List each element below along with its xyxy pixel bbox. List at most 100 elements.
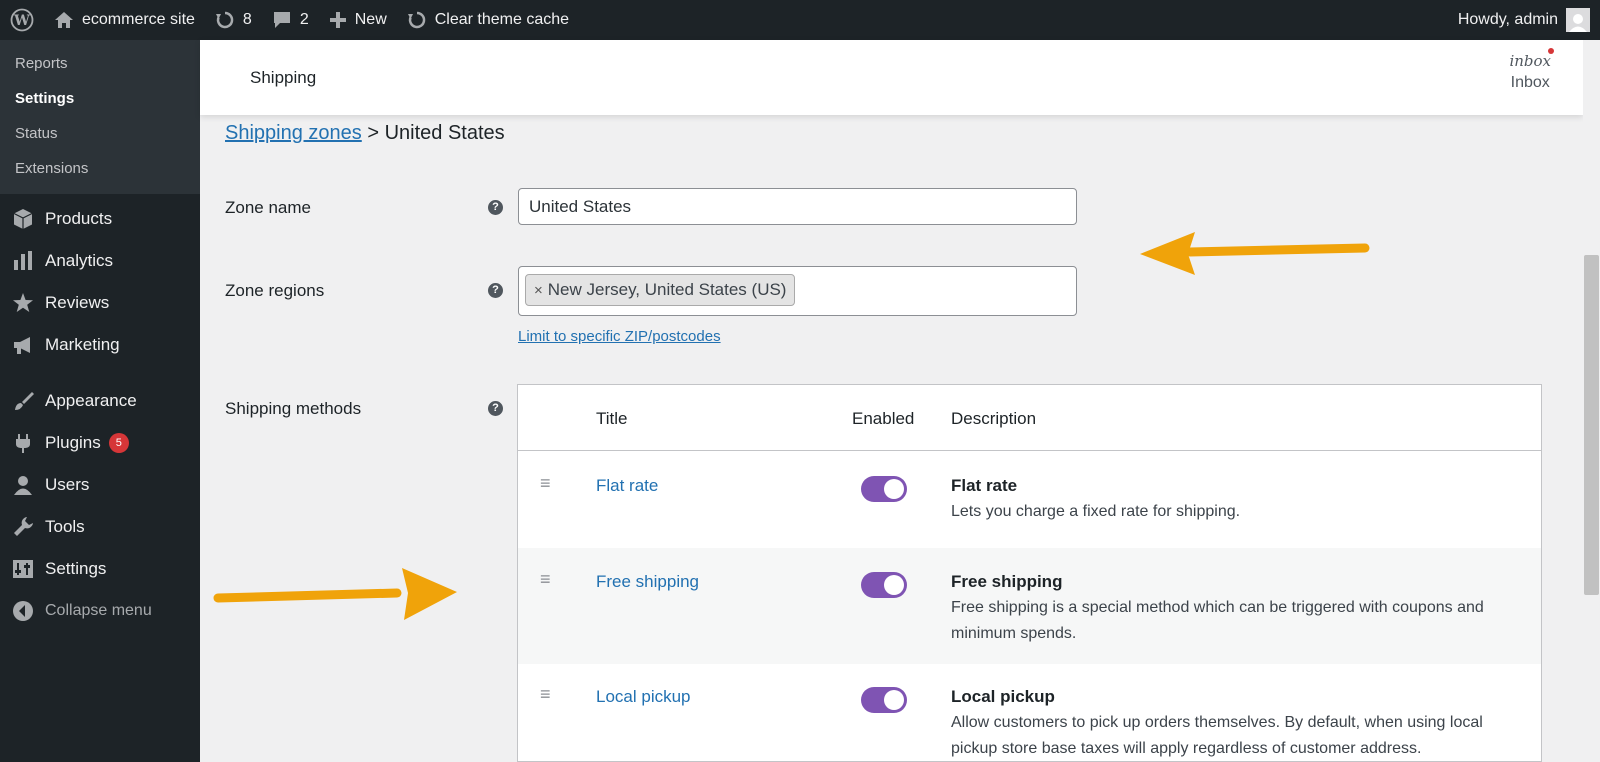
breadcrumb-shipping-zones-link[interactable]: Shipping zones (225, 122, 362, 144)
new-content-link[interactable]: New (319, 0, 397, 40)
zone-name-help-icon[interactable]: ? (488, 200, 503, 215)
woocommerce-header: Shipping inbox Inbox (200, 40, 1583, 115)
user-icon (11, 473, 35, 497)
admin-bar: W ecommerce site 8 2 New Clear theme cac… (0, 0, 1600, 40)
breadcrumb-separator: > (367, 122, 380, 144)
menu-item-marketing[interactable]: Marketing (0, 324, 200, 366)
menu-item-analytics[interactable]: Analytics (0, 240, 200, 282)
enabled-toggle[interactable] (861, 572, 907, 598)
plugins-update-badge: 5 (108, 433, 129, 453)
clear-cache-label: Clear theme cache (434, 11, 570, 28)
zone-regions-select[interactable]: × New Jersey, United States (US) (518, 266, 1077, 316)
shipping-methods-help-icon[interactable]: ? (488, 401, 503, 416)
menu-item-plugins[interactable]: Plugins 5 (0, 422, 200, 464)
region-chip-label: New Jersey, United States (US) (547, 280, 787, 299)
region-chip: × New Jersey, United States (US) (525, 274, 796, 306)
collapse-arrow-icon (11, 599, 35, 623)
main-menu: Products Analytics Reviews Marketing App… (0, 194, 200, 632)
submenu-item-status[interactable]: Status (0, 116, 200, 151)
menu-item-settings[interactable]: Settings (0, 548, 200, 590)
table-row: ≡ Local pickup Local pickup Allow custom… (518, 664, 1541, 761)
enabled-toggle[interactable] (861, 687, 907, 713)
comments-count: 2 (299, 11, 309, 28)
table-row: ≡ Free shipping Free shipping Free shipp… (518, 548, 1541, 664)
box-icon (11, 207, 35, 231)
plus-icon (329, 11, 347, 29)
inbox-button[interactable]: inbox Inbox (1509, 48, 1554, 92)
method-title-link[interactable]: Free shipping (596, 572, 699, 592)
refresh-icon (407, 10, 427, 30)
zone-name-input[interactable]: United States (518, 188, 1077, 225)
submenu-item-reports[interactable]: Reports (0, 46, 200, 81)
scrollbar-thumb[interactable] (1584, 255, 1599, 595)
new-label: New (354, 11, 387, 28)
submenu-item-extensions[interactable]: Extensions (0, 151, 200, 186)
drag-handle-icon[interactable]: ≡ (540, 569, 551, 590)
inbox-label: Inbox (1510, 74, 1550, 91)
submenu-item-settings[interactable]: Settings (0, 81, 200, 116)
remove-region-icon[interactable]: × (534, 282, 543, 299)
toggle-knob (884, 690, 904, 710)
menu-label-marketing: Marketing (45, 335, 120, 354)
table-header: Title Enabled Description (518, 385, 1541, 451)
clear-theme-cache-link[interactable]: Clear theme cache (397, 0, 579, 40)
shipping-methods-table: Title Enabled Description ≡ Flat rate Fl… (517, 384, 1542, 762)
shipping-methods-label: Shipping methods (225, 399, 362, 418)
comment-icon (272, 11, 292, 29)
table-row: ≡ Flat rate Flat rate Lets you charge a … (518, 451, 1541, 548)
annotation-arrow-left (1140, 232, 1370, 275)
method-description-title: Local pickup (951, 687, 1055, 706)
column-description: Description (951, 409, 1037, 428)
method-description: Lets you charge a fixed rate for shippin… (951, 503, 1241, 520)
menu-item-appearance[interactable]: Appearance (0, 380, 200, 422)
star-icon (11, 291, 35, 315)
zone-regions-help-icon[interactable]: ? (488, 283, 503, 298)
plug-icon (11, 431, 35, 455)
method-description: Allow customers to pick up orders themse… (951, 714, 1483, 757)
svg-text:W: W (13, 13, 30, 29)
menu-label-products: Products (45, 209, 113, 228)
zone-regions-label: Zone regions (225, 281, 325, 300)
updates-icon (215, 10, 235, 30)
method-title-link[interactable]: Flat rate (596, 476, 658, 496)
inbox-icon: inbox (1509, 48, 1554, 70)
settings-icon (11, 557, 35, 581)
site-name: ecommerce site (82, 11, 195, 28)
column-title: Title (596, 409, 628, 428)
method-description: Free shipping is a special method which … (951, 599, 1484, 642)
menu-item-products[interactable]: Products (0, 198, 200, 240)
toggle-knob (884, 575, 904, 595)
collapse-menu-button[interactable]: Collapse menu (0, 590, 200, 632)
howdy-text: Howdy, admin (1457, 11, 1558, 28)
zone-name-label: Zone name (225, 198, 311, 217)
site-name-link[interactable]: ecommerce site (44, 0, 205, 40)
avatar (1566, 8, 1590, 32)
menu-item-tools[interactable]: Tools (0, 506, 200, 548)
wrench-icon (11, 515, 35, 539)
annotation-arrow-right (213, 568, 457, 620)
admin-sidebar: Reports Settings Status Extensions Produ… (0, 40, 200, 762)
breadcrumb: Shipping zones > United States (225, 122, 505, 145)
updates-link[interactable]: 8 (205, 0, 262, 40)
bar-chart-icon (11, 249, 35, 273)
menu-label-reviews: Reviews (45, 293, 110, 312)
comments-link[interactable]: 2 (262, 0, 319, 40)
woocommerce-submenu: Reports Settings Status Extensions (0, 40, 200, 194)
toggle-knob (884, 479, 904, 499)
menu-item-users[interactable]: Users (0, 464, 200, 506)
menu-label-tools: Tools (45, 517, 85, 536)
breadcrumb-current: United States (384, 122, 505, 144)
page-title: Shipping (250, 68, 317, 87)
limit-zip-link[interactable]: Limit to specific ZIP/postcodes (518, 328, 721, 345)
menu-item-reviews[interactable]: Reviews (0, 282, 200, 324)
megaphone-icon (11, 333, 35, 357)
enabled-toggle[interactable] (861, 476, 907, 502)
menu-label-appearance: Appearance (45, 391, 137, 410)
drag-handle-icon[interactable]: ≡ (540, 473, 551, 494)
method-title-link[interactable]: Local pickup (596, 687, 691, 707)
my-account-link[interactable]: Howdy, admin (1458, 8, 1600, 32)
drag-handle-icon[interactable]: ≡ (540, 684, 551, 705)
brush-icon (11, 389, 35, 413)
inbox-logo-text: inbox (1509, 52, 1551, 70)
wordpress-logo-icon[interactable]: W (0, 0, 44, 40)
